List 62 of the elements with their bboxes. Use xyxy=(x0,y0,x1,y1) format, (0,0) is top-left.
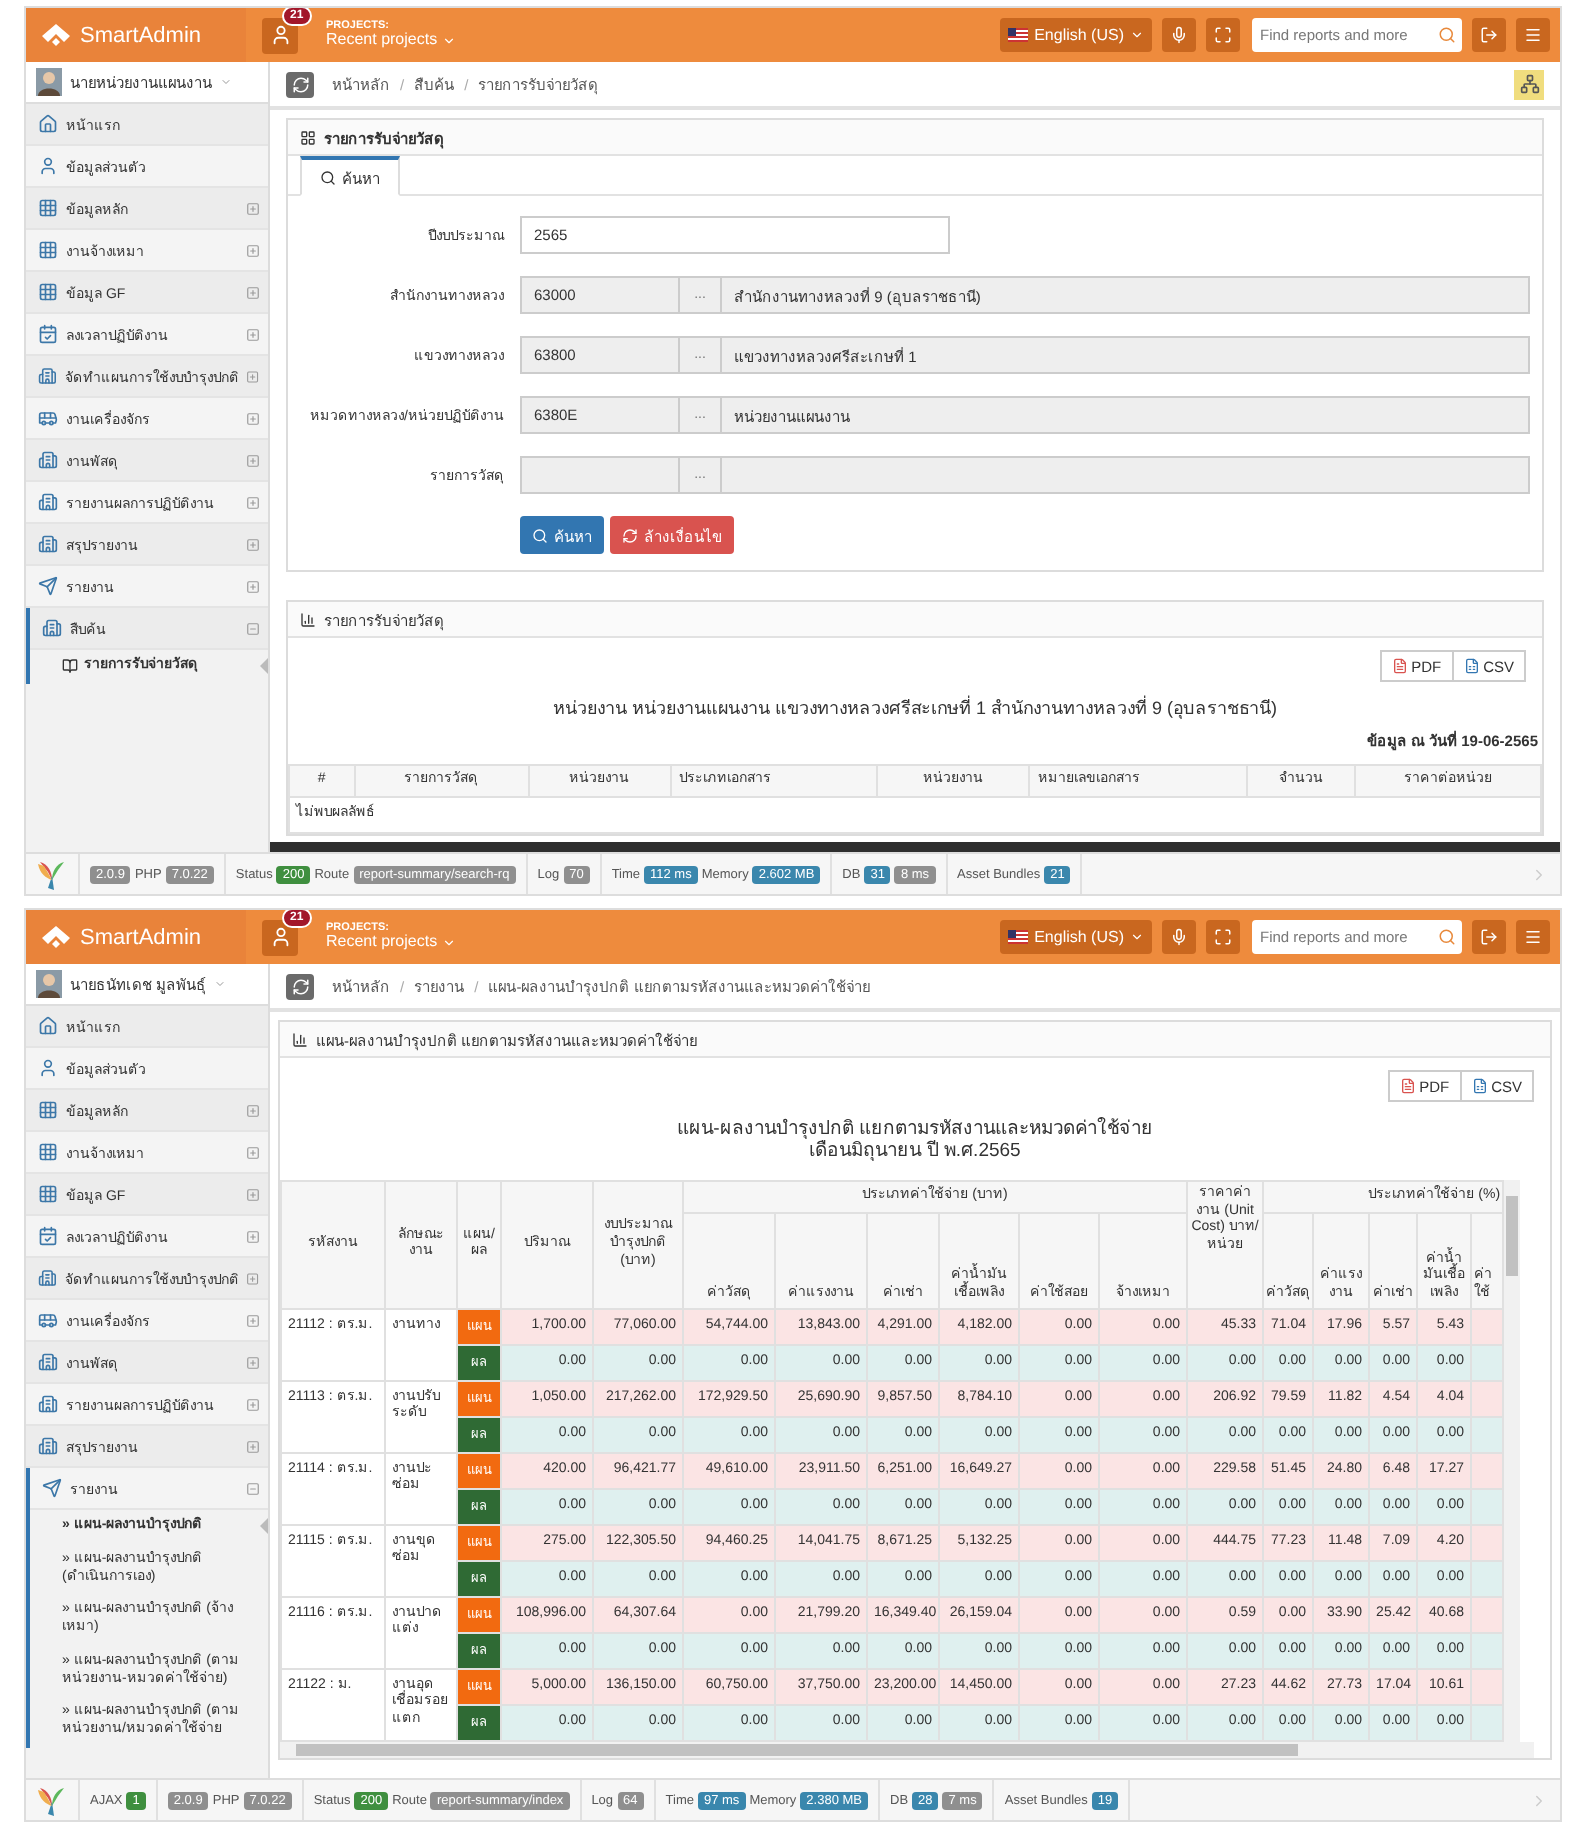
language-dropdown[interactable]: English (US) xyxy=(1000,920,1152,954)
notification-button[interactable] xyxy=(262,919,298,955)
chevron-down-icon xyxy=(1130,28,1144,42)
layout-toggle-button[interactable] xyxy=(1514,69,1544,99)
logo-icon xyxy=(42,925,70,949)
search-icon xyxy=(1438,928,1456,946)
avatar-icon xyxy=(36,68,62,96)
report-heading: เดือนมิถุนายน ปี พ.ศ.2565 xyxy=(807,1140,1023,1164)
spreadsheet-file-icon xyxy=(1463,658,1480,674)
logo-text: SmartAdmin xyxy=(80,23,202,47)
logout-icon xyxy=(1480,928,1498,946)
user-icon xyxy=(269,24,291,46)
chevron-icon xyxy=(1530,1791,1548,1809)
microphone-button[interactable] xyxy=(1162,920,1196,954)
menu-button[interactable] xyxy=(1516,18,1550,52)
report-heading: แผน-ผลงานบำรุงปกติ แยกตามรหัสงานและหมวดค่าใช้จ่าย xyxy=(675,1118,1155,1140)
fullscreen-icon xyxy=(1214,26,1232,44)
refresh-icon xyxy=(291,977,309,995)
chevron-down-icon xyxy=(1130,930,1144,944)
name-field[interactable] xyxy=(720,456,1530,494)
fullscreen-button[interactable] xyxy=(1206,18,1240,52)
fullscreen-icon xyxy=(1214,928,1232,946)
chevron-down-icon xyxy=(441,936,456,951)
menu-button[interactable] xyxy=(1516,920,1550,954)
search-icon xyxy=(1438,26,1456,44)
fullscreen-button[interactable] xyxy=(1206,920,1240,954)
code-field[interactable] xyxy=(520,456,680,494)
logo-icon xyxy=(42,23,70,47)
logout-button[interactable] xyxy=(1472,18,1506,52)
report-heading: หน่วยงาน หน่วยงานแผนงาน แขวงทางหลวงศรีสะเกษที่ 1 สำนักงานทางหลวงที่ 9 (อุบลราชธานี) xyxy=(550,693,1279,720)
search-icon xyxy=(320,169,336,185)
book-icon xyxy=(62,658,78,675)
microphone-button[interactable] xyxy=(1162,18,1196,52)
search-icon xyxy=(532,527,548,543)
flag-icon xyxy=(1008,28,1029,42)
spreadsheet-file-icon xyxy=(1471,1078,1488,1094)
microphone-icon xyxy=(1170,928,1188,946)
logo-text: SmartAdmin xyxy=(80,925,202,949)
network-icon xyxy=(1519,74,1539,94)
framework-logo-icon xyxy=(36,859,68,889)
caret-icon xyxy=(220,76,232,88)
refresh-button[interactable] xyxy=(286,71,314,97)
language-dropdown[interactable]: English (US) xyxy=(1000,18,1152,52)
chevron-icon xyxy=(1530,865,1548,883)
pdf-file-icon xyxy=(1399,1078,1416,1094)
flag-icon xyxy=(1008,930,1029,944)
user-icon xyxy=(269,926,291,948)
chart-icon xyxy=(292,1031,308,1047)
microphone-icon xyxy=(1170,26,1188,44)
refresh-icon xyxy=(622,527,638,543)
pdf-file-icon xyxy=(1391,658,1408,674)
chevron-down-icon xyxy=(441,34,456,49)
chart-icon xyxy=(300,611,316,627)
refresh-button[interactable] xyxy=(286,973,314,999)
framework-logo-icon xyxy=(36,1785,68,1815)
avatar-icon xyxy=(36,970,62,998)
notification-button[interactable] xyxy=(262,17,298,53)
logout-icon xyxy=(1480,26,1498,44)
grid-icon xyxy=(300,129,316,145)
refresh-icon xyxy=(291,75,309,93)
logout-button[interactable] xyxy=(1472,920,1506,954)
caret-icon xyxy=(214,978,227,990)
